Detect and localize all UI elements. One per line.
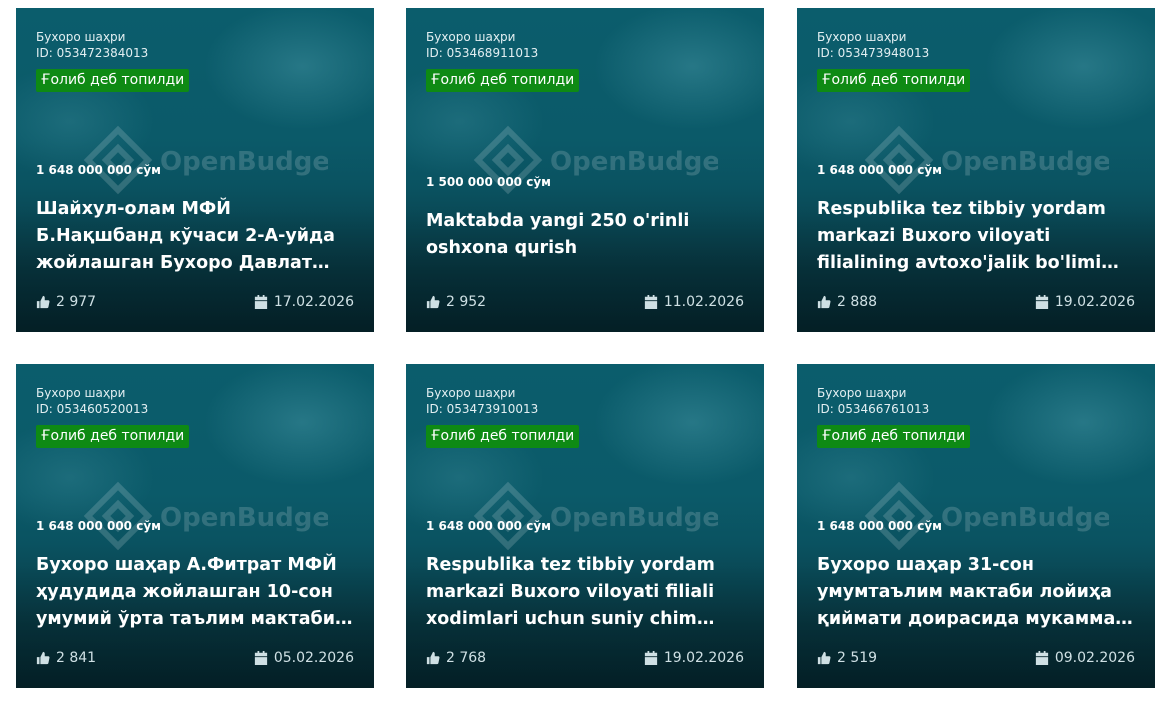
card-title[interactable]: Бухоро шаҳар А.Фитрат МФЙ ҳудудида жойла… bbox=[36, 552, 360, 633]
card-date: 19.02.2026 bbox=[1035, 292, 1135, 312]
card-date: 17.02.2026 bbox=[254, 292, 354, 312]
card-region: Бухоро шаҳри bbox=[817, 30, 907, 44]
card-id: ID: 053473948013 bbox=[817, 46, 930, 60]
thumbs-up-icon bbox=[36, 651, 50, 665]
card-title[interactable]: Respublika tez tibbiy yordam markazi Bux… bbox=[817, 196, 1141, 277]
card-footer: 2 952 11.02.2026 bbox=[426, 292, 744, 312]
card-region: Бухоро шаҳри bbox=[426, 386, 516, 400]
card-id: ID: 053473910013 bbox=[426, 402, 539, 416]
card-amount: 1 648 000 000 сўм bbox=[817, 163, 942, 177]
card-footer: 2 888 19.02.2026 bbox=[817, 292, 1135, 312]
card-date: 19.02.2026 bbox=[644, 648, 744, 668]
calendar-icon bbox=[1035, 651, 1049, 665]
likes-value: 2 888 bbox=[837, 294, 878, 310]
card-title[interactable]: Maktabda yangi 250 o'rinli oshxona quris… bbox=[426, 208, 750, 262]
project-card[interactable]: OpenBudget Бухоро шаҳри ID: 053473948013… bbox=[797, 8, 1155, 332]
likes-count: 2 768 bbox=[426, 648, 486, 668]
card-footer: 2 519 09.02.2026 bbox=[817, 648, 1135, 668]
status-badge: Ғолиб деб топилди bbox=[36, 69, 190, 92]
thumbs-up-icon bbox=[426, 651, 440, 665]
date-value: 17.02.2026 bbox=[273, 294, 354, 310]
likes-count: 2 977 bbox=[36, 292, 96, 312]
thumbs-up-icon bbox=[36, 295, 50, 309]
calendar-icon bbox=[254, 295, 268, 309]
card-title[interactable]: Respublika tez tibbiy yordam markazi Bux… bbox=[426, 552, 750, 633]
card-footer: 2 977 17.02.2026 bbox=[36, 292, 354, 312]
card-id: ID: 053466761013 bbox=[817, 402, 930, 416]
thumbs-up-icon bbox=[426, 295, 440, 309]
date-value: 05.02.2026 bbox=[273, 650, 354, 666]
likes-value: 2 519 bbox=[837, 650, 878, 666]
project-card[interactable]: OpenBudget Бухоро шаҳри ID: 053473910013… bbox=[406, 364, 764, 688]
card-amount: 1 648 000 000 сўм bbox=[817, 519, 942, 533]
project-card[interactable]: OpenBudget Бухоро шаҳри ID: 053460520013… bbox=[16, 364, 374, 688]
card-amount: 1 500 000 000 сўм bbox=[426, 175, 551, 189]
svg-text:OpenBudget: OpenBudget bbox=[550, 503, 718, 533]
card-amount: 1 648 000 000 сўм bbox=[36, 519, 161, 533]
likes-value: 2 768 bbox=[446, 650, 487, 666]
calendar-icon bbox=[1035, 295, 1049, 309]
card-date: 09.02.2026 bbox=[1035, 648, 1135, 668]
project-card[interactable]: OpenBudget Бухоро шаҳри ID: 053472384013… bbox=[16, 8, 374, 332]
card-title[interactable]: Бухоро шаҳар 31-сон умумтаълим мактаби л… bbox=[817, 552, 1141, 633]
likes-count: 2 519 bbox=[817, 648, 877, 668]
status-badge: Ғолиб деб топилди bbox=[426, 69, 580, 92]
card-id: ID: 053472384013 bbox=[36, 46, 149, 60]
openbudget-watermark: OpenBudget bbox=[83, 125, 328, 195]
date-value: 11.02.2026 bbox=[663, 294, 744, 310]
svg-text:OpenBudget: OpenBudget bbox=[941, 503, 1109, 533]
card-title[interactable]: Шайхул-олам МФЙ Б.Нақшбанд кўчаси 2-А-уй… bbox=[36, 196, 360, 277]
card-region: Бухоро шаҳри bbox=[426, 30, 516, 44]
likes-value: 2 952 bbox=[446, 294, 487, 310]
status-badge: Ғолиб деб топилди bbox=[426, 425, 580, 448]
openbudget-watermark: OpenBudget bbox=[864, 481, 1109, 551]
calendar-icon bbox=[254, 651, 268, 665]
card-id: ID: 053460520013 bbox=[36, 402, 149, 416]
date-value: 09.02.2026 bbox=[1054, 650, 1135, 666]
openbudget-watermark: OpenBudget bbox=[83, 481, 328, 551]
card-date: 05.02.2026 bbox=[254, 648, 354, 668]
date-value: 19.02.2026 bbox=[663, 650, 744, 666]
card-footer: 2 841 05.02.2026 bbox=[36, 648, 354, 668]
likes-count: 2 888 bbox=[817, 292, 877, 312]
svg-text:OpenBudget: OpenBudget bbox=[941, 147, 1109, 177]
likes-count: 2 952 bbox=[426, 292, 486, 312]
calendar-icon bbox=[644, 651, 658, 665]
card-date: 11.02.2026 bbox=[644, 292, 744, 312]
openbudget-watermark: OpenBudget bbox=[864, 125, 1109, 195]
card-amount: 1 648 000 000 сўм bbox=[36, 163, 161, 177]
card-id: ID: 053468911013 bbox=[426, 46, 539, 60]
likes-value: 2 977 bbox=[56, 294, 97, 310]
projects-grid: OpenBudget Бухоро шаҳри ID: 053472384013… bbox=[0, 0, 1171, 701]
project-card[interactable]: OpenBudget Бухоро шаҳри ID: 053466761013… bbox=[797, 364, 1155, 688]
thumbs-up-icon bbox=[817, 295, 831, 309]
likes-count: 2 841 bbox=[36, 648, 96, 668]
status-badge: Ғолиб деб топилди bbox=[817, 425, 971, 448]
status-badge: Ғолиб деб топилди bbox=[36, 425, 190, 448]
svg-text:OpenBudget: OpenBudget bbox=[160, 503, 328, 533]
card-region: Бухоро шаҳри bbox=[817, 386, 907, 400]
project-card[interactable]: OpenBudget Бухоро шаҳри ID: 053468911013… bbox=[406, 8, 764, 332]
svg-text:OpenBudget: OpenBudget bbox=[550, 147, 718, 177]
openbudget-watermark: OpenBudget bbox=[473, 481, 718, 551]
card-region: Бухоро шаҳри bbox=[36, 30, 126, 44]
status-badge: Ғолиб деб топилди bbox=[817, 69, 971, 92]
thumbs-up-icon bbox=[817, 651, 831, 665]
likes-value: 2 841 bbox=[56, 650, 97, 666]
card-region: Бухоро шаҳри bbox=[36, 386, 126, 400]
card-amount: 1 648 000 000 сўм bbox=[426, 519, 551, 533]
date-value: 19.02.2026 bbox=[1054, 294, 1135, 310]
card-footer: 2 768 19.02.2026 bbox=[426, 648, 744, 668]
svg-text:OpenBudget: OpenBudget bbox=[160, 147, 328, 177]
calendar-icon bbox=[644, 295, 658, 309]
